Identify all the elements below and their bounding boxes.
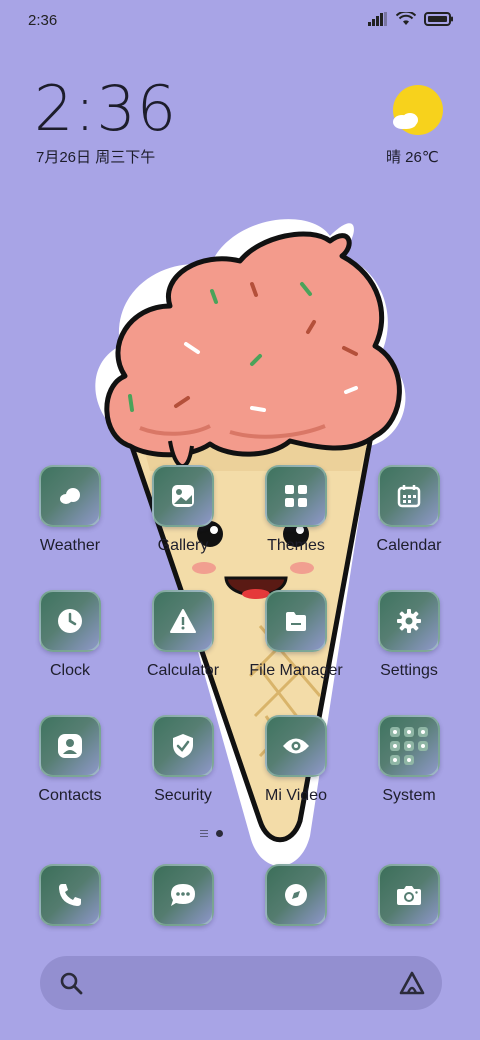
contacts-icon bbox=[39, 715, 101, 777]
clock-icon bbox=[39, 590, 101, 652]
app-label: Contacts bbox=[38, 787, 102, 804]
app-settings[interactable]: Settings bbox=[359, 590, 459, 680]
app-label: Calculator bbox=[146, 662, 220, 679]
app-mi-video[interactable]: Mi Video bbox=[246, 715, 346, 805]
messages-icon bbox=[152, 864, 214, 926]
calculator-icon bbox=[152, 590, 214, 652]
weather-text[interactable]: 晴 26℃ bbox=[386, 146, 439, 167]
app-label: System bbox=[382, 787, 436, 804]
app-label: Security bbox=[154, 787, 212, 804]
dock-messages[interactable] bbox=[133, 864, 233, 926]
app-clock[interactable]: Clock bbox=[20, 590, 120, 680]
app-themes[interactable]: Themes bbox=[246, 465, 346, 555]
weather-icon bbox=[39, 465, 101, 527]
app-contacts[interactable]: Contacts bbox=[20, 715, 120, 805]
phone-icon bbox=[39, 864, 101, 926]
app-label: Clock bbox=[49, 662, 90, 679]
battery-icon bbox=[424, 12, 453, 26]
browser-icon bbox=[265, 864, 327, 926]
status-icons bbox=[368, 12, 454, 26]
clock-widget-time[interactable]: 2:36 bbox=[34, 78, 177, 140]
app-calendar[interactable]: Calendar bbox=[359, 465, 459, 555]
app-weather[interactable]: Weather bbox=[20, 465, 120, 555]
status-bar: 2:36 bbox=[0, 0, 480, 40]
app-gallery[interactable]: Gallery bbox=[133, 465, 233, 555]
app-calculator[interactable]: Calculator bbox=[133, 590, 233, 680]
clock-widget-date[interactable]: 7月26日 周三下午 bbox=[36, 146, 155, 167]
dock-camera[interactable] bbox=[359, 864, 459, 926]
mi-video-icon bbox=[265, 715, 327, 777]
page-dot-active bbox=[216, 829, 223, 837]
status-time: 2:36 bbox=[28, 12, 58, 29]
page-indicator[interactable] bbox=[200, 829, 223, 837]
list-page-icon bbox=[200, 830, 208, 837]
calendar-icon bbox=[378, 465, 440, 527]
app-system-folder[interactable]: System bbox=[359, 715, 459, 805]
assistant-icon[interactable] bbox=[398, 970, 426, 996]
app-label: Mi Video bbox=[265, 787, 327, 804]
search-bar[interactable] bbox=[40, 956, 442, 1010]
gallery-icon bbox=[152, 465, 214, 527]
system-folder-icon bbox=[378, 715, 440, 777]
app-security[interactable]: Security bbox=[133, 715, 233, 805]
app-label: Gallery bbox=[157, 537, 209, 554]
dock-phone[interactable] bbox=[20, 864, 120, 926]
camera-icon bbox=[378, 864, 440, 926]
app-label: Weather bbox=[39, 537, 101, 554]
search-icon bbox=[60, 972, 83, 995]
app-label: File Manager bbox=[249, 662, 343, 679]
wifi-icon bbox=[396, 12, 416, 25]
themes-icon bbox=[265, 465, 327, 527]
dock-browser[interactable] bbox=[246, 864, 346, 926]
file-manager-icon bbox=[265, 590, 327, 652]
signal-icon bbox=[368, 12, 387, 26]
app-label: Themes bbox=[267, 537, 325, 554]
security-icon bbox=[152, 715, 214, 777]
sun-cloud-icon[interactable] bbox=[392, 84, 444, 136]
settings-icon bbox=[378, 590, 440, 652]
app-label: Settings bbox=[380, 662, 438, 679]
app-file-manager[interactable]: File Manager bbox=[246, 590, 346, 680]
app-label: Calendar bbox=[376, 537, 442, 554]
